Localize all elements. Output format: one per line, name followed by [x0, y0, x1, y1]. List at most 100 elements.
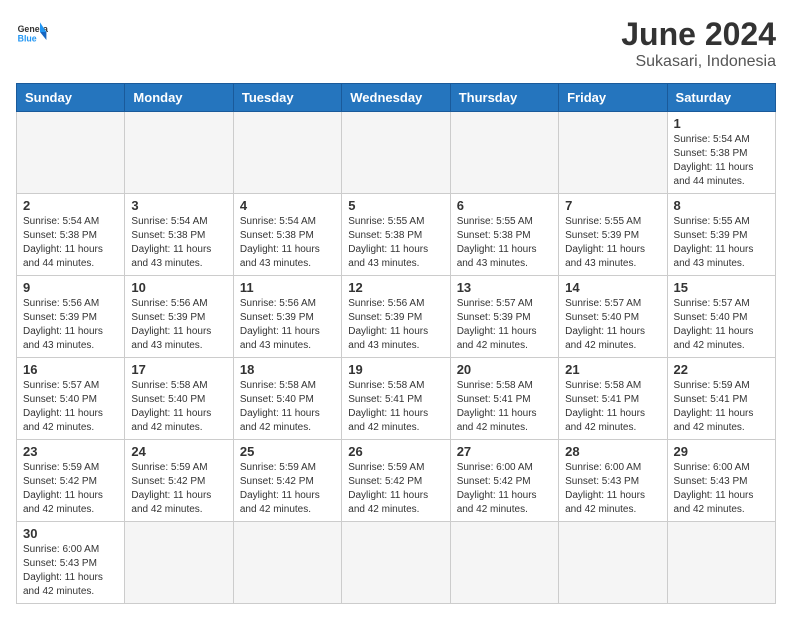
day-number: 7	[565, 198, 660, 213]
calendar-cell: 11 Sunrise: 5:56 AMSunset: 5:39 PMDaylig…	[233, 276, 341, 358]
day-number: 25	[240, 444, 335, 459]
day-info: Sunrise: 5:59 AMSunset: 5:42 PMDaylight:…	[131, 462, 211, 515]
day-info: Sunrise: 5:58 AMSunset: 5:41 PMDaylight:…	[565, 380, 645, 433]
day-number: 11	[240, 280, 335, 295]
day-info: Sunrise: 5:54 AMSunset: 5:38 PMDaylight:…	[674, 134, 754, 187]
day-info: Sunrise: 5:57 AMSunset: 5:40 PMDaylight:…	[674, 298, 754, 351]
calendar-cell: 28 Sunrise: 6:00 AMSunset: 5:43 PMDaylig…	[559, 440, 667, 522]
calendar-table: SundayMondayTuesdayWednesdayThursdayFrid…	[16, 83, 776, 604]
day-number: 29	[674, 444, 769, 459]
calendar-cell: 12 Sunrise: 5:56 AMSunset: 5:39 PMDaylig…	[342, 276, 450, 358]
day-number: 17	[131, 362, 226, 377]
day-number: 4	[240, 198, 335, 213]
calendar-cell: 27 Sunrise: 6:00 AMSunset: 5:42 PMDaylig…	[450, 440, 558, 522]
weekday-header-sunday: Sunday	[17, 84, 125, 112]
day-info: Sunrise: 5:58 AMSunset: 5:41 PMDaylight:…	[457, 380, 537, 433]
calendar-cell	[342, 112, 450, 194]
day-info: Sunrise: 5:55 AMSunset: 5:38 PMDaylight:…	[457, 216, 537, 269]
day-number: 24	[131, 444, 226, 459]
month-title: June 2024	[621, 16, 776, 53]
day-number: 20	[457, 362, 552, 377]
weekday-header-friday: Friday	[559, 84, 667, 112]
svg-text:Blue: Blue	[18, 34, 37, 44]
logo-icon: General Blue	[16, 16, 48, 48]
calendar-cell	[125, 112, 233, 194]
day-number: 6	[457, 198, 552, 213]
calendar-cell: 21 Sunrise: 5:58 AMSunset: 5:41 PMDaylig…	[559, 358, 667, 440]
calendar-cell: 2 Sunrise: 5:54 AMSunset: 5:38 PMDayligh…	[17, 194, 125, 276]
calendar-cell: 30 Sunrise: 6:00 AMSunset: 5:43 PMDaylig…	[17, 522, 125, 604]
calendar-cell: 3 Sunrise: 5:54 AMSunset: 5:38 PMDayligh…	[125, 194, 233, 276]
weekday-header-tuesday: Tuesday	[233, 84, 341, 112]
day-number: 15	[674, 280, 769, 295]
calendar-cell: 22 Sunrise: 5:59 AMSunset: 5:41 PMDaylig…	[667, 358, 775, 440]
calendar-cell	[17, 112, 125, 194]
day-number: 8	[674, 198, 769, 213]
calendar-cell: 24 Sunrise: 5:59 AMSunset: 5:42 PMDaylig…	[125, 440, 233, 522]
day-info: Sunrise: 5:57 AMSunset: 5:39 PMDaylight:…	[457, 298, 537, 351]
day-info: Sunrise: 5:58 AMSunset: 5:40 PMDaylight:…	[240, 380, 320, 433]
day-info: Sunrise: 5:57 AMSunset: 5:40 PMDaylight:…	[23, 380, 103, 433]
calendar-cell: 16 Sunrise: 5:57 AMSunset: 5:40 PMDaylig…	[17, 358, 125, 440]
day-number: 16	[23, 362, 118, 377]
day-info: Sunrise: 5:56 AMSunset: 5:39 PMDaylight:…	[348, 298, 428, 351]
day-info: Sunrise: 5:59 AMSunset: 5:41 PMDaylight:…	[674, 380, 754, 433]
weekday-header-thursday: Thursday	[450, 84, 558, 112]
day-info: Sunrise: 5:59 AMSunset: 5:42 PMDaylight:…	[348, 462, 428, 515]
day-number: 27	[457, 444, 552, 459]
day-info: Sunrise: 5:58 AMSunset: 5:40 PMDaylight:…	[131, 380, 211, 433]
day-number: 12	[348, 280, 443, 295]
calendar-week-2: 2 Sunrise: 5:54 AMSunset: 5:38 PMDayligh…	[17, 194, 776, 276]
calendar-week-6: 30 Sunrise: 6:00 AMSunset: 5:43 PMDaylig…	[17, 522, 776, 604]
day-info: Sunrise: 5:58 AMSunset: 5:41 PMDaylight:…	[348, 380, 428, 433]
calendar-cell: 26 Sunrise: 5:59 AMSunset: 5:42 PMDaylig…	[342, 440, 450, 522]
day-info: Sunrise: 6:00 AMSunset: 5:43 PMDaylight:…	[674, 462, 754, 515]
day-info: Sunrise: 5:59 AMSunset: 5:42 PMDaylight:…	[240, 462, 320, 515]
day-info: Sunrise: 5:55 AMSunset: 5:38 PMDaylight:…	[348, 216, 428, 269]
day-info: Sunrise: 5:54 AMSunset: 5:38 PMDaylight:…	[240, 216, 320, 269]
day-info: Sunrise: 5:56 AMSunset: 5:39 PMDaylight:…	[131, 298, 211, 351]
calendar-header-row: SundayMondayTuesdayWednesdayThursdayFrid…	[17, 84, 776, 112]
day-number: 3	[131, 198, 226, 213]
calendar-cell: 1 Sunrise: 5:54 AMSunset: 5:38 PMDayligh…	[667, 112, 775, 194]
day-info: Sunrise: 5:54 AMSunset: 5:38 PMDaylight:…	[23, 216, 103, 269]
calendar-cell: 20 Sunrise: 5:58 AMSunset: 5:41 PMDaylig…	[450, 358, 558, 440]
day-number: 5	[348, 198, 443, 213]
calendar-cell: 23 Sunrise: 5:59 AMSunset: 5:42 PMDaylig…	[17, 440, 125, 522]
page-header: General Blue June 2024 Sukasari, Indones…	[16, 16, 776, 71]
day-info: Sunrise: 5:55 AMSunset: 5:39 PMDaylight:…	[674, 216, 754, 269]
calendar-cell	[125, 522, 233, 604]
day-number: 13	[457, 280, 552, 295]
calendar-cell: 8 Sunrise: 5:55 AMSunset: 5:39 PMDayligh…	[667, 194, 775, 276]
calendar-cell	[559, 112, 667, 194]
day-number: 23	[23, 444, 118, 459]
calendar-cell: 18 Sunrise: 5:58 AMSunset: 5:40 PMDaylig…	[233, 358, 341, 440]
day-number: 22	[674, 362, 769, 377]
day-info: Sunrise: 5:54 AMSunset: 5:38 PMDaylight:…	[131, 216, 211, 269]
day-info: Sunrise: 6:00 AMSunset: 5:42 PMDaylight:…	[457, 462, 537, 515]
day-number: 26	[348, 444, 443, 459]
day-info: Sunrise: 5:57 AMSunset: 5:40 PMDaylight:…	[565, 298, 645, 351]
calendar-cell: 14 Sunrise: 5:57 AMSunset: 5:40 PMDaylig…	[559, 276, 667, 358]
calendar-cell	[667, 522, 775, 604]
calendar-week-1: 1 Sunrise: 5:54 AMSunset: 5:38 PMDayligh…	[17, 112, 776, 194]
day-number: 30	[23, 526, 118, 541]
logo: General Blue	[16, 16, 48, 48]
calendar-cell: 29 Sunrise: 6:00 AMSunset: 5:43 PMDaylig…	[667, 440, 775, 522]
calendar-cell: 4 Sunrise: 5:54 AMSunset: 5:38 PMDayligh…	[233, 194, 341, 276]
day-number: 10	[131, 280, 226, 295]
calendar-cell	[559, 522, 667, 604]
day-number: 2	[23, 198, 118, 213]
calendar-cell: 19 Sunrise: 5:58 AMSunset: 5:41 PMDaylig…	[342, 358, 450, 440]
day-info: Sunrise: 5:56 AMSunset: 5:39 PMDaylight:…	[240, 298, 320, 351]
calendar-cell: 9 Sunrise: 5:56 AMSunset: 5:39 PMDayligh…	[17, 276, 125, 358]
day-info: Sunrise: 5:55 AMSunset: 5:39 PMDaylight:…	[565, 216, 645, 269]
location: Sukasari, Indonesia	[621, 53, 776, 71]
calendar-cell: 13 Sunrise: 5:57 AMSunset: 5:39 PMDaylig…	[450, 276, 558, 358]
calendar-cell	[233, 522, 341, 604]
calendar-cell: 17 Sunrise: 5:58 AMSunset: 5:40 PMDaylig…	[125, 358, 233, 440]
calendar-cell: 6 Sunrise: 5:55 AMSunset: 5:38 PMDayligh…	[450, 194, 558, 276]
calendar-cell	[233, 112, 341, 194]
calendar-cell: 10 Sunrise: 5:56 AMSunset: 5:39 PMDaylig…	[125, 276, 233, 358]
calendar-cell	[342, 522, 450, 604]
